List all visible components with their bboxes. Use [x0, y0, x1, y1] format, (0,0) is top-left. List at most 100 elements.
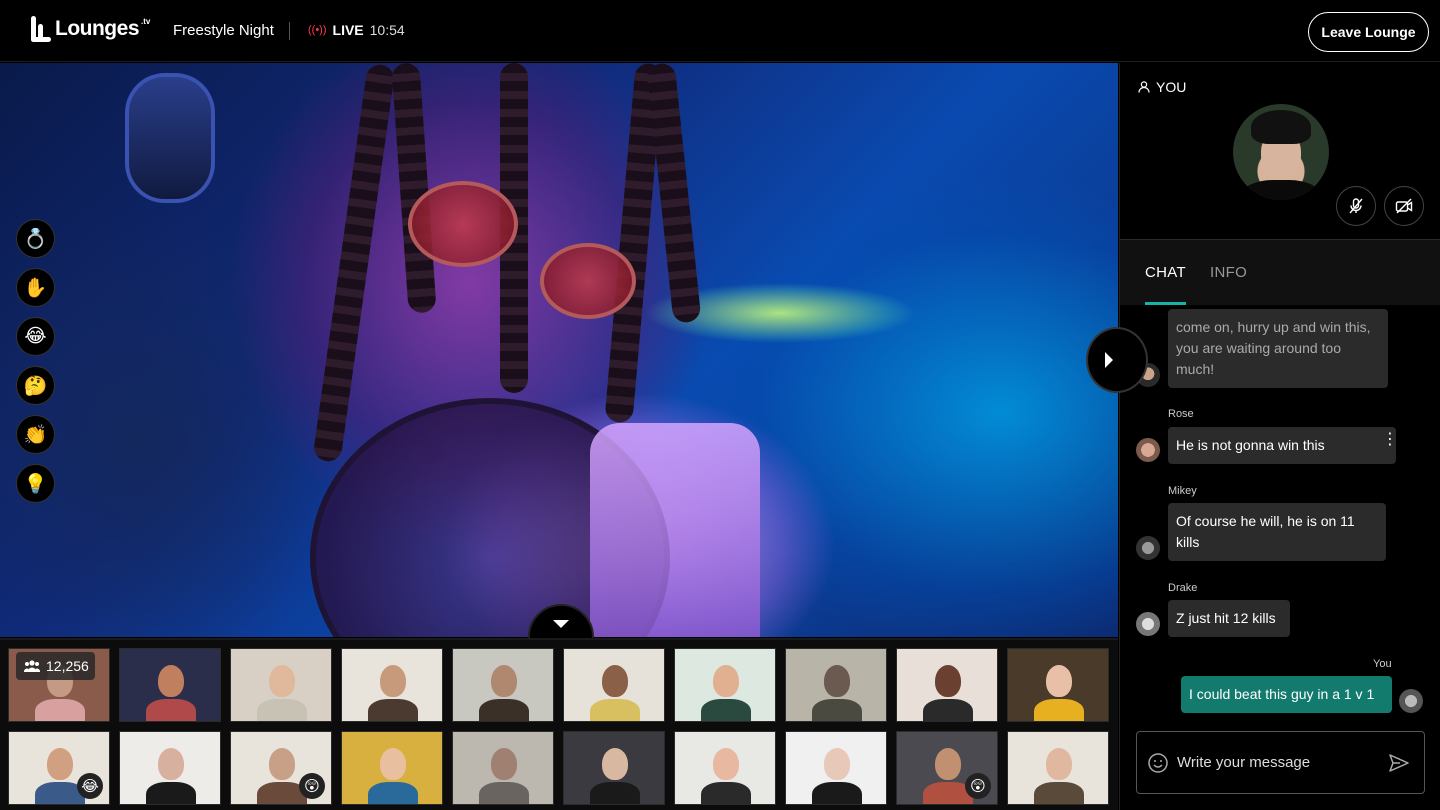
participant-tile[interactable]: [341, 648, 443, 722]
self-video-avatar: [1233, 104, 1329, 200]
live-indicator: ((•)) LIVE 10:54: [308, 22, 405, 38]
participant-body: [479, 782, 529, 804]
participant-tile[interactable]: [452, 731, 554, 805]
video-detail: [312, 63, 396, 464]
clap-reaction-button[interactable]: 👏: [16, 415, 55, 454]
participant-tile[interactable]: [1007, 648, 1109, 722]
participant-head: [47, 748, 73, 780]
header-divider: [289, 22, 290, 40]
participant-body: [590, 782, 640, 804]
tab-info[interactable]: INFO: [1210, 264, 1247, 281]
people-icon: [24, 660, 40, 672]
lightbulb-icon: 💡: [23, 473, 48, 495]
chat-messages[interactable]: come on, hurry up and win this, you are …: [1120, 305, 1440, 725]
thinking-reaction-button[interactable]: 🤔: [16, 366, 55, 405]
logo[interactable]: Lounges .tv: [31, 16, 152, 42]
participant-tile[interactable]: [785, 731, 887, 805]
reaction-badge: 😲: [299, 773, 325, 799]
reaction-bar: 💍 ✋ 😂 🤔 👏 💡: [16, 219, 55, 503]
logo-text: Lounges: [55, 17, 140, 40]
participant-tile[interactable]: [1007, 731, 1109, 805]
main-video-stream[interactable]: [0, 63, 1118, 637]
participant-tile[interactable]: [563, 648, 665, 722]
logo-tld: .tv: [141, 16, 151, 26]
right-panel: YOU CHAT INFO come on, hurry up and win …: [1119, 63, 1440, 810]
participant-tile[interactable]: [230, 648, 332, 722]
participant-body: [701, 699, 751, 721]
participant-body: [35, 699, 85, 721]
broadcast-icon: ((•)): [308, 24, 327, 36]
participant-tile[interactable]: [785, 648, 887, 722]
toggle-camera-button[interactable]: [1384, 186, 1424, 226]
chevron-right-icon: [1105, 352, 1113, 368]
rings-icon: 💍: [23, 228, 48, 250]
chat-message-bubble: Z just hit 12 kills: [1168, 600, 1290, 637]
message-composer: [1136, 731, 1425, 794]
leave-lounge-button[interactable]: Leave Lounge: [1308, 12, 1429, 52]
participant-tile[interactable]: [674, 731, 776, 805]
participant-head: [380, 748, 406, 780]
message-author: You: [1373, 658, 1392, 670]
participant-head: [269, 665, 295, 697]
avatar: [1399, 689, 1423, 713]
rings-reaction-button[interactable]: 💍: [16, 219, 55, 258]
message-input[interactable]: [1177, 750, 1377, 774]
idea-reaction-button[interactable]: 💡: [16, 464, 55, 503]
chevron-down-icon: [553, 620, 569, 628]
own-message-bubble: I could beat this guy in a 1 v 1: [1181, 676, 1392, 713]
participant-tile[interactable]: 😂: [8, 731, 110, 805]
participant-head: [824, 748, 850, 780]
chat-message-bubble: Of course he will, he is on 11 kills: [1168, 503, 1386, 561]
panel-tabs: CHAT INFO: [1120, 240, 1440, 305]
emoji-icon[interactable]: [1147, 752, 1169, 774]
participant-body: [701, 782, 751, 804]
participant-tile[interactable]: [896, 648, 998, 722]
participant-body: [1034, 699, 1084, 721]
avatar: [1136, 612, 1160, 636]
participant-tile[interactable]: [119, 731, 221, 805]
participant-head: [602, 748, 628, 780]
tab-chat[interactable]: CHAT: [1145, 264, 1186, 281]
raise-hand-icon: ✋: [23, 277, 48, 299]
microphone-shape: [590, 423, 760, 637]
participant-tile[interactable]: [341, 731, 443, 805]
participant-head: [602, 665, 628, 697]
participant-tile[interactable]: [563, 731, 665, 805]
user-icon: [1138, 81, 1150, 93]
participant-tile[interactable]: 😲: [896, 731, 998, 805]
laugh-reaction-button[interactable]: 😂: [16, 317, 55, 356]
message-author: Rose: [1168, 408, 1194, 420]
viewer-count: 12,256: [46, 658, 89, 674]
chat-message-bubble: come on, hurry up and win this, you are …: [1168, 309, 1388, 388]
send-icon[interactable]: [1388, 752, 1410, 774]
mute-microphone-button[interactable]: [1336, 186, 1376, 226]
viewer-count-badge: 12,256: [16, 652, 95, 680]
participant-body: [146, 699, 196, 721]
participant-body: [812, 699, 862, 721]
participant-tile[interactable]: [119, 648, 221, 722]
participant-head: [269, 748, 295, 780]
camera-off-icon: [1395, 198, 1413, 214]
participant-head: [1046, 665, 1072, 697]
self-label: YOU: [1138, 79, 1186, 95]
avatar: [1136, 438, 1160, 462]
headphones-shape: [125, 73, 215, 203]
participant-head: [380, 665, 406, 697]
participant-body: [1034, 782, 1084, 804]
more-options-icon[interactable]: ⋮: [1382, 432, 1398, 453]
sunglasses-left-shape: [408, 181, 518, 267]
participant-tile[interactable]: [452, 648, 554, 722]
thinking-icon: 🤔: [23, 375, 48, 397]
raise-hand-reaction-button[interactable]: ✋: [16, 268, 55, 307]
self-label-text: YOU: [1156, 79, 1187, 95]
message-author: Mikey: [1168, 485, 1197, 497]
avatar-detail: [1251, 110, 1311, 144]
mic-off-icon: [1349, 198, 1363, 214]
participant-head: [158, 665, 184, 697]
participant-body: [590, 699, 640, 721]
participant-tile[interactable]: [674, 648, 776, 722]
toggle-panel-button[interactable]: [1086, 327, 1148, 393]
lounges-logo-icon: [31, 16, 51, 42]
participant-body: [923, 699, 973, 721]
participant-tile[interactable]: 😲: [230, 731, 332, 805]
